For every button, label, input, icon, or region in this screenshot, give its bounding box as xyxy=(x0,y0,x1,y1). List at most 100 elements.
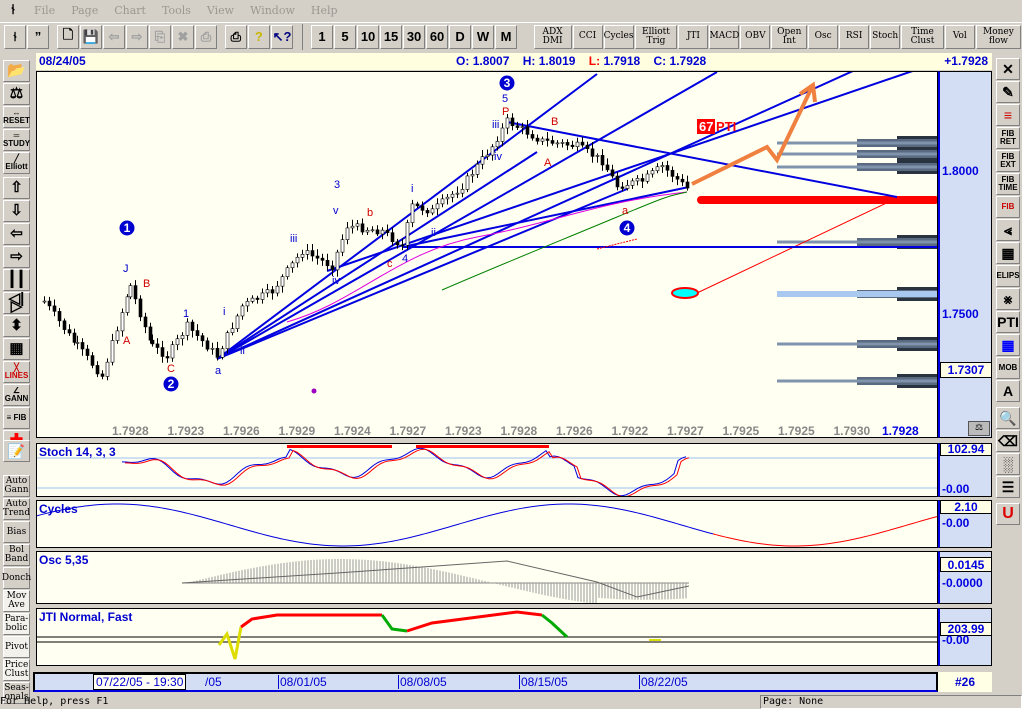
fib-ret-tool-icon[interactable]: FIB RET xyxy=(996,127,1020,149)
reset-tool-icon[interactable]: ↔ RESET xyxy=(3,106,30,128)
left-tool-icon[interactable]: ⇦ xyxy=(3,223,30,245)
zoom-tool-icon[interactable]: 🔍 xyxy=(996,407,1020,429)
candle-body xyxy=(128,285,133,298)
mob-tool-icon[interactable]: MOB xyxy=(996,357,1020,379)
pattern-tool-icon[interactable]: ░ xyxy=(996,453,1020,475)
report-tool-icon[interactable]: ☰ xyxy=(996,476,1020,498)
print-icon[interactable]: ⎙ xyxy=(224,24,247,49)
menu-chart[interactable]: Chart xyxy=(114,4,146,17)
table-tool-icon[interactable]: ▦ xyxy=(996,334,1020,356)
indicator-time-clust-button[interactable]: Time Clust xyxy=(901,24,944,49)
period-w-button[interactable]: W xyxy=(472,24,495,49)
menu-page[interactable]: Page xyxy=(71,4,98,17)
auto-gann-button[interactable]: Auto Gann xyxy=(3,475,30,497)
gann-tool-icon[interactable]: ∠ GANN xyxy=(3,384,30,406)
menu-view[interactable]: View xyxy=(207,4,234,17)
expand-h-tool-icon[interactable]: ◁|▷ xyxy=(3,291,30,314)
save-icon[interactable]: 💾 xyxy=(79,24,102,49)
menu-tools[interactable]: Tools xyxy=(162,4,191,17)
period-d-button[interactable]: D xyxy=(449,24,472,49)
period-60-button[interactable]: 60 xyxy=(426,24,449,49)
period-1-button[interactable]: 1 xyxy=(311,24,334,49)
grid-tool-icon[interactable]: ▦ xyxy=(996,242,1020,264)
fan-tool-icon[interactable]: ⪡ xyxy=(996,219,1020,241)
pti-tool-icon[interactable]: PTI xyxy=(996,311,1020,333)
para-bolic-button[interactable]: Para-bolic xyxy=(3,613,30,635)
eraser-tool-icon[interactable]: ⌫ xyxy=(996,430,1020,452)
indicator-stoch-button[interactable]: Stoch xyxy=(870,24,901,49)
auto-trend-button[interactable]: Auto Trend xyxy=(3,498,30,520)
delete-icon[interactable]: ✖ xyxy=(171,24,194,49)
copy-icon[interactable]: ⎘ xyxy=(148,24,171,49)
app-icon[interactable]: ⫮ xyxy=(4,1,22,19)
lines-tool-icon[interactable]: ≡ xyxy=(996,104,1020,126)
indicator-cycles-button[interactable]: Cycles xyxy=(603,24,634,49)
candle-body xyxy=(85,348,90,356)
price-chart-pane[interactable]: 1 J B A C 2 1 i ii iii iv 3 v b c 4 a i ii iii iv 3 5 P B A 4 a 1.7… xyxy=(36,71,938,438)
bias-button[interactable]: Bias xyxy=(3,521,30,543)
price-axis[interactable]: 1.8000 1.7500 1.7307 ⚖ xyxy=(938,71,992,438)
pencil-tool-icon[interactable]: ✎ xyxy=(996,81,1020,103)
fib-time-tool-icon[interactable]: FIB TIME xyxy=(996,173,1020,195)
lines-tool-icon[interactable]: ╳ LINES xyxy=(3,361,30,383)
properties-icon[interactable]: 📝 xyxy=(3,440,30,462)
back-icon[interactable]: ⇦ xyxy=(102,24,125,49)
stoch-pane[interactable]: Stoch 14, 3, 3 xyxy=(36,443,938,497)
osc-pane[interactable]: Osc 5,35 xyxy=(36,551,938,604)
a-tool-icon[interactable]: A xyxy=(996,380,1020,402)
indicator-elliott-trig-button[interactable]: Elliott Trig xyxy=(634,24,678,49)
expand-v-tool-icon[interactable]: ⬍ xyxy=(3,315,30,337)
jti-pane[interactable]: JTI Normal, Fast xyxy=(36,608,938,666)
up-tool-icon[interactable]: ⇧ xyxy=(3,177,30,199)
grid-tool-icon[interactable]: ▦ xyxy=(3,338,30,360)
elliott-tool-icon[interactable]: ╱ Elliott xyxy=(3,152,30,174)
indicator-open-int-button[interactable]: Open Int xyxy=(771,24,808,49)
indicator-adx-dmi-button[interactable]: ADX DMI xyxy=(533,24,572,49)
fib-ext-tool-icon[interactable]: FIB EXT xyxy=(996,150,1020,172)
pivot-button[interactable]: Pivot xyxy=(3,636,30,658)
pitchfork-tool-icon[interactable]: ⨳ xyxy=(996,288,1020,310)
cycles-pane[interactable]: Cycles xyxy=(36,500,938,548)
price-clust-button[interactable]: Price Clust xyxy=(3,659,30,681)
quote-button[interactable]: ” xyxy=(27,24,49,49)
price-chart[interactable]: 1JBAC21 iiiiiiiv3v bc 4aiiiiiiiv35PBA4a xyxy=(37,72,938,438)
date-axis[interactable]: /05 08/01/05 08/08/05 08/15/05 08/22/05 07/2… xyxy=(33,672,938,692)
indicator-jti-button[interactable]: JTI xyxy=(678,24,709,49)
period-m-button[interactable]: M xyxy=(495,24,518,49)
study-tool-icon[interactable]: ═ STUDY xyxy=(3,129,30,151)
balance-tool-icon[interactable]: ⚖ xyxy=(3,83,30,105)
menu-file[interactable]: File xyxy=(34,4,55,17)
period-10-button[interactable]: 10 xyxy=(357,24,380,49)
elips-tool-icon[interactable]: ELIPS xyxy=(996,265,1020,287)
right-tool-icon[interactable]: ⇨ xyxy=(3,246,30,268)
donch-button[interactable]: Donch xyxy=(2,567,31,589)
indicator-obv-button[interactable]: OBV xyxy=(740,24,771,49)
bars-tool-icon[interactable]: ┃┃ xyxy=(3,269,30,291)
fib-tool-icon[interactable]: ≡ FIB xyxy=(3,407,30,429)
down-tool-icon[interactable]: ⇩ xyxy=(3,200,30,222)
mov-ave-button[interactable]: Mov Ave xyxy=(3,590,30,612)
scale-icon[interactable]: ⚖ xyxy=(968,421,990,436)
indicator-money-flow-button[interactable]: Money flow xyxy=(975,24,1021,49)
elliott-tool-button[interactable]: ⫮ xyxy=(4,24,26,49)
u-tool-icon[interactable]: U xyxy=(996,503,1020,525)
help-icon[interactable]: ? xyxy=(247,24,270,49)
context-help-icon[interactable]: ↖? xyxy=(270,24,294,49)
indicator-osc-button[interactable]: Osc xyxy=(808,24,839,49)
indicator-vol-button[interactable]: Vol xyxy=(944,24,975,49)
indicator-cci-button[interactable]: CCI xyxy=(572,24,603,49)
indicator-macd-button[interactable]: MACD xyxy=(709,24,740,49)
period-15-button[interactable]: 15 xyxy=(380,24,403,49)
menu-help[interactable]: Help xyxy=(311,4,338,17)
indicator-rsi-button[interactable]: RSI xyxy=(839,24,870,49)
fib-tool-icon[interactable]: FIB xyxy=(996,196,1020,218)
new-page-icon[interactable]: 🗋 xyxy=(56,24,79,49)
forward-icon[interactable]: ⇨ xyxy=(125,24,148,49)
bol-band-button[interactable]: Bol Band xyxy=(3,544,30,566)
paste-icon[interactable]: ⎙ xyxy=(194,24,217,49)
x-tool-icon[interactable]: ✕ xyxy=(996,58,1020,80)
period-30-button[interactable]: 30 xyxy=(403,24,426,49)
open-tool-icon[interactable]: 📂 xyxy=(3,60,30,82)
menu-window[interactable]: Window xyxy=(250,4,295,17)
period-5-button[interactable]: 5 xyxy=(334,24,357,49)
